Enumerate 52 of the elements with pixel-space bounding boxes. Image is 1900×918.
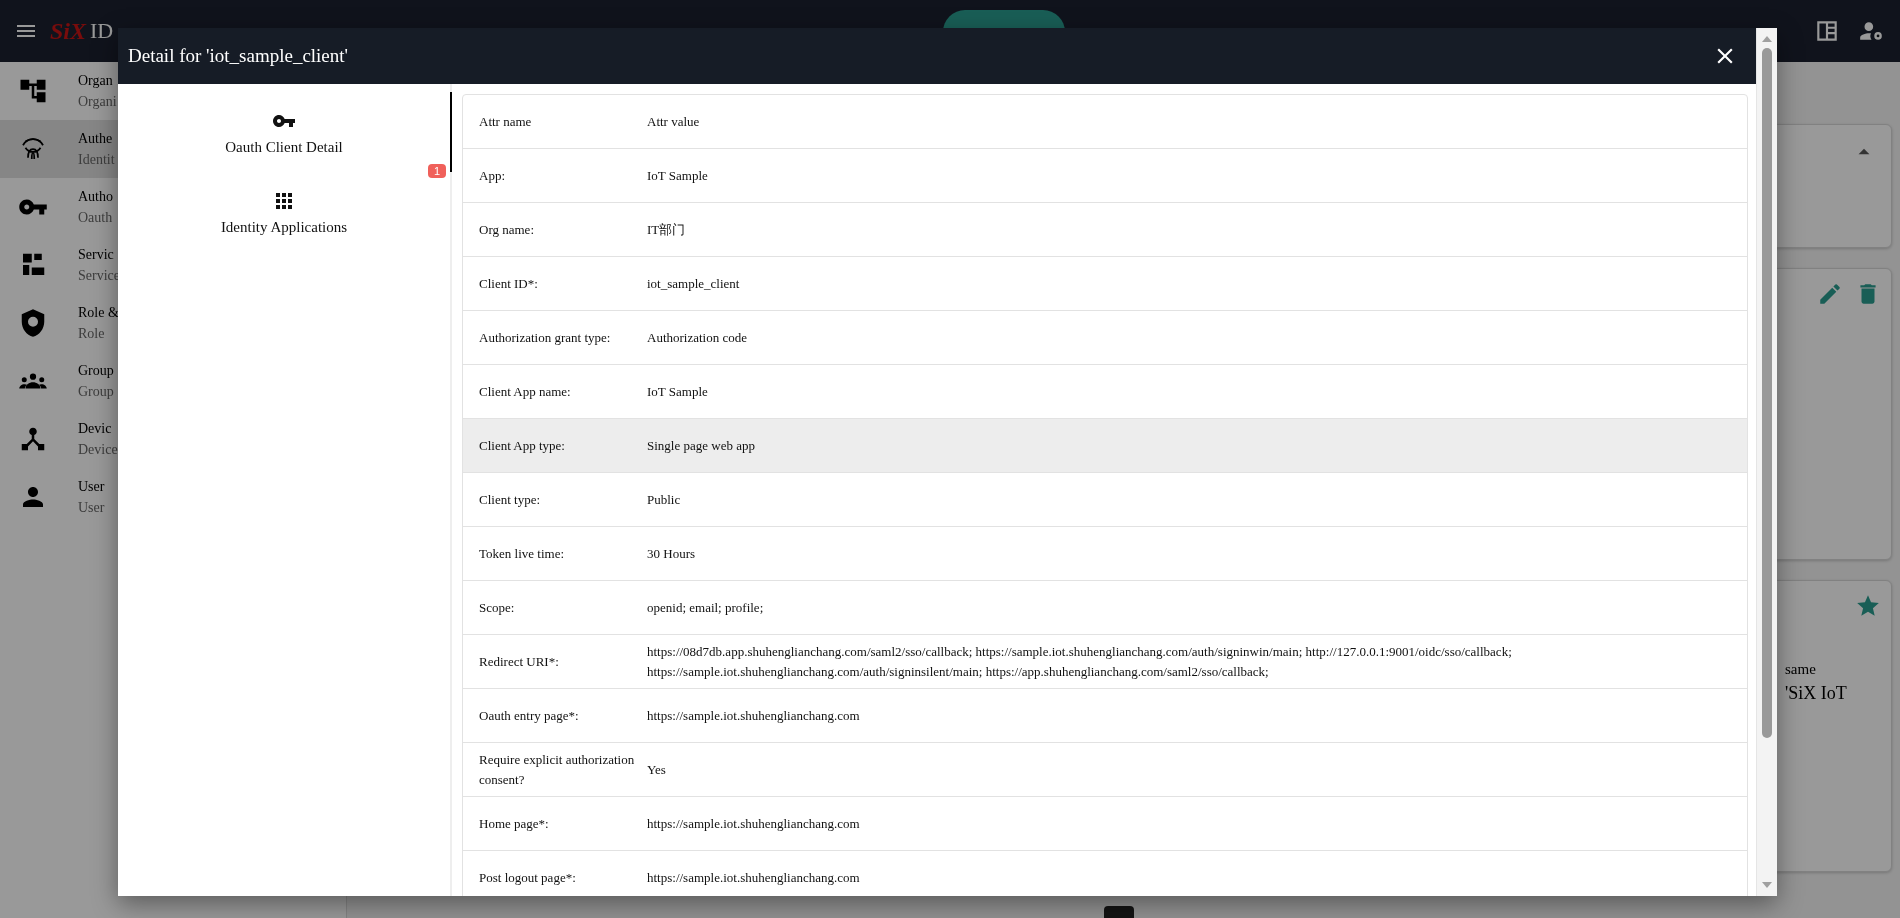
table-cell-text: https://08d7db.app.shuhenglianchang.com/saml2/sso/callback; https://sample.iot.shuhenglianchang.com/auth/signinwin/main; http://127.0.0.1:9001/oidc/sso/callback; https://sample.iot.shuhenglianchang.com/auth/signinsilent/main; https://app.shuhenglianchang.com/saml2/sso/callback; xyxy=(647,642,1513,681)
app-title: ID xyxy=(90,18,114,44)
table-cell-text: Token live time: xyxy=(478,544,565,563)
sidebar-item-title: Authe xyxy=(78,130,114,148)
table-cell-text: App: xyxy=(478,166,506,185)
table-cell-text: iot_sample_client xyxy=(647,274,741,293)
table-cell-text: Client type: xyxy=(478,490,542,509)
table-cell-text: 30 Hours xyxy=(647,544,697,563)
sidebar-item-subtitle: Group xyxy=(78,383,114,401)
dialog-title: Detail for 'iot_sample_client' xyxy=(128,45,348,67)
sidebar-item-subtitle: Service xyxy=(78,267,120,285)
sidebar-item-subtitle: Organi xyxy=(78,93,117,111)
card-text: same xyxy=(1785,661,1816,678)
sidebar-item-subtitle: Identit xyxy=(78,151,115,169)
table-cell-text: Post logout page*: xyxy=(478,868,577,887)
sidebar-item-title: Devic xyxy=(78,420,113,438)
table-cell-text: Client App type: xyxy=(478,436,566,455)
sidebar-item-title: Organ xyxy=(78,72,114,90)
table-cell-text: Oauth entry page*: xyxy=(478,706,580,725)
sidebar-item-subtitle: Device xyxy=(78,441,118,459)
table-cell-text: Client ID*: xyxy=(478,274,539,293)
table-cell-text: https://sample.iot.shuhenglianchang.com xyxy=(647,814,861,833)
sidebar-item-subtitle: User xyxy=(78,499,105,517)
sidebar-item-title: Role & xyxy=(78,304,119,322)
table-cell-text: https://sample.iot.shuhenglianchang.com xyxy=(647,868,861,887)
table-cell-text: Client App name: xyxy=(478,382,572,401)
sidebar-item-title: User xyxy=(78,478,105,496)
sidebar-item-title: Servic xyxy=(78,246,115,264)
card-text: 'SiX IoT xyxy=(1785,683,1847,704)
sidebar-item-title: Autho xyxy=(78,188,113,206)
table-cell-text: IoT Sample xyxy=(647,382,709,401)
sidebar-item-subtitle: Role xyxy=(78,325,106,343)
table-cell-text: Require explicit authorization consent? xyxy=(478,750,636,789)
sidebar-item-subtitle: Oauth xyxy=(78,209,113,227)
table-cell-text: IT部门 xyxy=(647,220,687,239)
sidebar-item-title: Group xyxy=(78,362,114,380)
table-cell-text: Authorization code xyxy=(647,328,748,347)
table-cell-text: Public xyxy=(647,490,682,509)
table-cell-text: Authorization grant type: xyxy=(478,328,612,347)
table-cell-text: Home page*: xyxy=(478,814,550,833)
table-cell-text: Scope: xyxy=(478,598,516,617)
table-cell-text: Yes xyxy=(647,760,667,779)
table-cell-text: Single page web app xyxy=(647,436,756,455)
table-cell-text: openid; email; profile; xyxy=(647,598,765,617)
column-header: Attr name xyxy=(478,112,533,131)
table-cell-text: IoT Sample xyxy=(647,166,709,185)
logo: SiX xyxy=(50,17,87,45)
table-cell-text: https://sample.iot.shuhenglianchang.com xyxy=(647,706,861,725)
table-cell-text: Org name: xyxy=(478,220,535,239)
count-badge: 1 xyxy=(427,164,446,178)
column-header: Attr value xyxy=(647,112,701,131)
table-cell-text: Redirect URI*: xyxy=(478,652,560,671)
